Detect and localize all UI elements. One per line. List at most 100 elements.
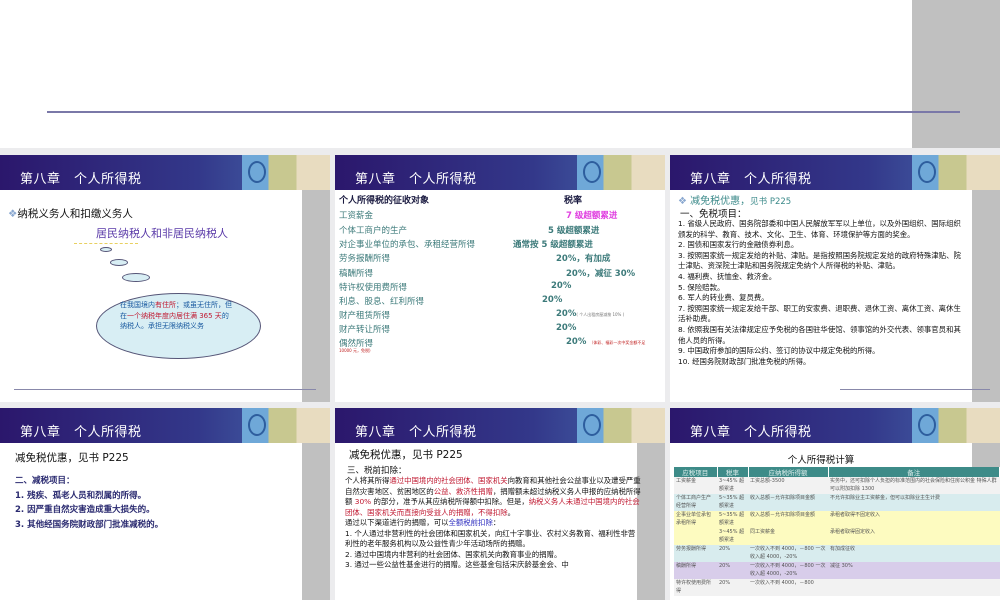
list-item: 3. 通过一些公益性基金进行的捐赠。这些基金包括宋庆龄基金会、中 [345,560,641,571]
tax-rate: 20%，有加成 [556,252,610,264]
slide-thumbnail-3[interactable]: 第八章 个人所得税 ❖ 减免税优惠，见书 P225 一、免税项目： 1. 省级人… [670,155,1000,402]
current-slide-preview[interactable] [0,0,1000,148]
slide-side-strip [637,443,665,600]
slide-divider-line [47,111,960,113]
list-item: 3. 其他经国务院财政部门批准减税的。 [15,518,163,533]
chapter-title: 第八章 个人所得税 [355,168,477,187]
header-image [912,408,1000,443]
diamond-bullet-icon: ❖ [8,208,17,220]
tax-calculation-table: 应税项目税率应纳税所得额备注 工资薪金3~45% 超额累进工资总额-3500实务… [674,467,1000,596]
column-header: 备注 [828,467,1000,477]
cell: 一次收入不到 4000，－800 一次收入超 4000，-20% [748,545,828,562]
cell: 工资薪金 [674,477,717,494]
tax-object: 对企事业单位的承包、承租经营所得 [339,238,475,250]
cell: 企事业单位承包承租所得 [674,511,717,528]
cell: 20% [717,562,748,579]
section-heading: 一、免税项目： [680,206,747,220]
list-item: 10. 经国务院财政部门批准免税的所得。 [678,357,968,368]
cell: 工资总额-3500 [748,477,828,494]
cell: 同工资薪金 [748,528,828,545]
table-row: 3~45% 超额累进同工资薪金承租者取得固定收入 [674,528,1000,545]
cell: 收入总额－允许扣除项目金额 [748,511,828,528]
slide-title: 个人所得税计算 [670,452,972,466]
tax-rate: 5 级超额累进 [548,224,599,236]
cell: 不允许扣除业主工资薪金，但可以扣除业主生计费 [828,494,1000,511]
list-item: 2. 通过中国境内非营利的社会团体、国家机关向教育事业的捐赠。 [345,550,641,561]
table-row: 特许权使用费所得20%一次收入不到 4000，－800 [674,579,1000,596]
slide-thumbnail-2[interactable]: 第八章 个人所得税 个人所得税的征收对象 税率 工资薪金7 级超额累进 个体工商… [335,155,665,402]
table-header-row: 应税项目税率应纳税所得额备注 [674,467,1000,477]
slide-title: ❖ 减免税优惠，见书 P225 [678,192,791,207]
dashed-underline [74,243,138,244]
header-image [242,408,330,443]
list-item: 4. 福利费、抚恤金、救济金。 [678,272,968,283]
cell: 劳务报酬所得 [674,545,717,562]
cell: 收入总额－允许扣除项目金额 [748,494,828,511]
cell: 5~35% 超额累进 [717,494,748,511]
chapter-title: 第八章 个人所得税 [20,168,142,187]
chapter-title: 第八章 个人所得税 [690,168,812,187]
list-item: 1. 残疾、孤老人员和烈属的所得。 [15,489,163,504]
table-row: 企事业单位承包承租所得5~35% 超额累进收入总额－允许扣除项目金额承租者取得不… [674,511,1000,528]
tax-object: 稿酬所得 [339,267,373,279]
tax-object: 利息、股息、红利所得 [339,295,424,307]
slide-thumbnail-4[interactable]: 第八章 个人所得税 减免税优惠，见书 P225 二、减税项目： 1. 残疾、孤老… [0,408,330,600]
tax-rate: 20%，减征 30% [566,267,635,279]
tax-rate: 20% [551,281,571,291]
cell: 个体工商户生产经营所得 [674,494,717,511]
list-item: 2. 国债和国家发行的金融债券利息。 [678,240,968,251]
cloud-text: 在我国境内有住所；或虽无住所，但在一个纳税年度内居住满 365 天的纳税人。承担… [120,300,232,332]
subtitle: 居民纳税人和非居民纳税人 [96,225,228,241]
chapter-title: 第八章 个人所得税 [690,421,812,440]
cell [828,579,1000,596]
thought-bubble-dot [110,259,128,266]
thought-bubble-dot [122,273,150,282]
header-image [577,155,665,190]
cell: 一次收入不到 4000，－800 一次收入超 4000，-20% [748,562,828,579]
cell: 特许权使用费所得 [674,579,717,596]
slide-thumbnail-6[interactable]: 第八章 个人所得税 个人所得税计算 应税项目税率应纳税所得额备注 工资薪金3~4… [670,408,1000,600]
tax-object: 财产租赁所得 [339,309,390,321]
slide-side-strip [912,0,1000,148]
cell: 稿酬所得 [674,562,717,579]
bullet-text: ❖纳税义务人和扣缴义务人 [8,206,133,221]
list-item: 8. 依照我国有关法律规定应予免税的各国驻华使馆、领事馆的外交代表、领事官员和其… [678,325,968,346]
reduction-list: 二、减税项目： 1. 残疾、孤老人员和烈属的所得。 2. 因严重自然灾害造成重大… [15,474,163,532]
tax-rate: 通常按 5 级超额累进 [513,238,593,250]
tax-object: 财产转让所得 [339,323,390,335]
list-item: 1. 个人通过非营利性的社会团体和国家机关，向红十字事业、农村义务教育、福利性非… [345,529,641,550]
tax-rate: 20%( 个人出租房屋减按 10% ) [556,309,624,319]
header-image [242,155,330,190]
cell: 有加成征收 [828,545,1000,562]
slide-header: 第八章 个人所得税 [0,155,330,190]
cell: 承租者取得不固定收入 [828,511,1000,528]
cell: 实务中，还可扣除个人负担的标准范围内的社会保险和住房公积金 特殊人群可以附加扣除… [828,477,1000,494]
list-item: 5. 保险赔款。 [678,283,968,294]
cell [674,528,717,545]
list-item: 6. 军人的转业费、复员费。 [678,293,968,304]
slide-side-strip [302,443,330,600]
slide-header: 第八章 个人所得税 [0,408,330,443]
slide-header: 第八章 个人所得税 [335,408,665,443]
section-heading: 三、税前扣除： [347,464,407,476]
cell: 20% [717,579,748,596]
header-image [577,408,665,443]
paragraph: 个人将其所得通过中国境内的社会团体、国家机关向教育和其他社会公益事业以及遭受严重… [345,476,641,518]
table-row: 工资薪金3~45% 超额累进工资总额-3500实务中，还可扣除个人负担的标准范围… [674,477,1000,494]
slide-thumbnail-1[interactable]: 第八章 个人所得税 ❖纳税义务人和扣缴义务人 居民纳税人和非居民纳税人 在我国境… [0,155,330,402]
chapter-title: 第八章 个人所得税 [355,421,477,440]
tax-object: 工资薪金 [339,209,373,221]
exemption-list: 1. 省级人民政府、国务院部委和中国人民解放军军以上单位，以及外国组织、国际组织… [678,219,968,367]
cell: 3~45% 超额累进 [717,528,748,545]
list-item: 9. 中国政府参加的国际公约、签订的协议中规定免税的所得。 [678,346,968,357]
tax-object: 特许权使用费所得 [339,281,407,293]
thought-bubble-dot [100,247,112,252]
slide-title: 减免税优惠，见书 P225 [15,450,129,465]
column-header-rate: 税率 [564,193,582,206]
table-row: 劳务报酬所得20%一次收入不到 4000，－800 一次收入超 4000，-20… [674,545,1000,562]
cell: 减征 30% [828,562,1000,579]
slide-side-strip [972,190,1000,402]
deduction-text: 个人将其所得通过中国境内的社会团体、国家机关向教育和其他社会公益事业以及遭受严重… [345,476,641,571]
slide-thumbnail-5[interactable]: 第八章 个人所得税 减免税优惠，见书 P225 三、税前扣除： 个人将其所得通过… [335,408,665,600]
slide-header: 第八章 个人所得税 [335,155,665,190]
